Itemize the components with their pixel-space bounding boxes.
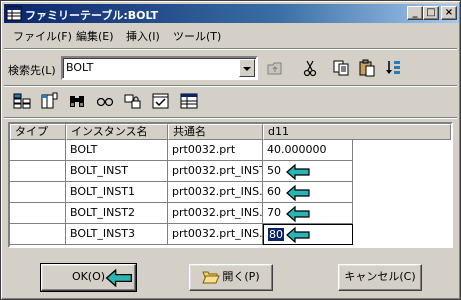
window-title: ファミリーテーブル:BOLT <box>25 9 159 22</box>
add-column-button[interactable] <box>11 90 33 112</box>
search-combo[interactable]: BOLT <box>61 56 258 80</box>
insert-column-icon <box>41 92 58 109</box>
cell-instance-name[interactable]: BOLT_INST2 <box>66 203 168 224</box>
left-arrow-icon <box>286 227 310 243</box>
checkbox-table-button[interactable] <box>150 90 172 112</box>
table-app-icon <box>6 6 22 21</box>
minimize-icon: _ <box>412 7 418 18</box>
cell-instance-name[interactable]: BOLT <box>66 140 168 161</box>
scissors-icon <box>303 60 317 77</box>
cell-common-name[interactable]: prt0032.prt <box>168 140 263 161</box>
cell-type[interactable] <box>10 182 66 203</box>
find-binoculars-icon <box>70 96 84 107</box>
family-table-window: ファミリーテーブル:BOLT _ □ × ファイル(F) 編集(E) 挿入(I)… <box>0 0 461 300</box>
left-arrow-icon <box>286 164 310 180</box>
paste-button[interactable] <box>356 57 378 79</box>
cancel-label: キャンセル(C) <box>344 270 416 283</box>
menu-insert[interactable]: 挿入(I) <box>126 28 160 44</box>
open-folder-icon <box>202 271 220 284</box>
family-table-grid[interactable]: タイプ インスタンス名 共通名 d11 BOLT prt0032.prt 40.… <box>8 122 453 248</box>
grid-body: タイプ インスタンス名 共通名 d11 BOLT prt0032.prt 40.… <box>10 124 451 246</box>
open-button[interactable]: 開く(P) <box>189 264 273 291</box>
left-arrow-icon <box>105 269 133 287</box>
menu-bar: ファイル(F) 編集(E) 挿入(I) ツール(T) <box>4 25 459 45</box>
find-button[interactable] <box>66 90 88 112</box>
cell-common-name[interactable]: prt0032.prt_INST <box>168 161 263 182</box>
maximize-icon: □ <box>426 7 436 18</box>
header-common-name[interactable]: 共通名 <box>168 124 263 140</box>
cell-instance-name[interactable]: BOLT_INST <box>66 161 168 182</box>
toolbar-divider <box>4 85 457 87</box>
search-label: 検索先(L) <box>8 64 56 77</box>
close-button[interactable]: × <box>441 6 457 20</box>
left-arrow-icon <box>286 185 310 201</box>
sort-icon <box>386 61 400 74</box>
cell-type[interactable] <box>10 140 66 161</box>
cell-type[interactable] <box>10 161 66 182</box>
copy-icon <box>333 60 349 76</box>
header-instance-name[interactable]: インスタンス名 <box>66 124 168 140</box>
maximize-button[interactable]: □ <box>423 6 439 20</box>
open-label: 開く(P) <box>222 270 260 283</box>
close-icon: × <box>444 7 454 18</box>
cell-type[interactable] <box>10 203 66 224</box>
search-value: BOLT <box>66 61 94 74</box>
cell-instance-name[interactable]: BOLT_INST3 <box>66 224 168 245</box>
folder-up-icon <box>267 62 282 75</box>
cut-button[interactable] <box>299 57 321 79</box>
lock-instance-icon <box>124 94 141 109</box>
verify-glasses-icon <box>96 97 114 107</box>
left-arrow-icon <box>286 206 310 222</box>
table-view-button[interactable] <box>178 90 200 112</box>
header-type[interactable]: タイプ <box>10 124 66 140</box>
menu-tools[interactable]: ツール(T) <box>173 28 221 44</box>
menu-edit[interactable]: 編集(E) <box>76 28 114 44</box>
copy-button[interactable] <box>330 57 352 79</box>
table-icon <box>180 93 198 109</box>
selected-text[interactable]: 80 <box>268 228 284 241</box>
cell-common-name[interactable]: prt0032.prt_INS... <box>168 224 263 245</box>
paste-icon <box>359 59 375 77</box>
menu-file[interactable]: ファイル(F) <box>13 28 72 44</box>
menu-divider <box>4 48 457 50</box>
cell-common-name[interactable]: prt0032.prt_INS... <box>168 182 263 203</box>
lock-instance-button[interactable] <box>122 90 144 112</box>
ok-label: OK(O) <box>71 270 106 283</box>
header-d11[interactable]: d11 <box>263 124 451 140</box>
checkbox-table-icon <box>152 93 169 109</box>
cancel-button[interactable]: キャンセル(C) <box>338 264 422 291</box>
minimize-button[interactable]: _ <box>407 6 423 20</box>
folder-up-button[interactable] <box>264 57 286 79</box>
sort-button[interactable] <box>382 57 404 79</box>
cell-instance-name[interactable]: BOLT_INST1 <box>66 182 168 203</box>
cell-d11[interactable]: 40.000000 <box>263 140 353 161</box>
verify-button[interactable] <box>94 90 116 112</box>
insert-column-button[interactable] <box>38 90 60 112</box>
cell-common-name[interactable]: prt0032.prt_INS... <box>168 203 263 224</box>
add-column-icon <box>13 93 31 109</box>
grid-divider <box>4 117 457 119</box>
chevron-down-icon[interactable] <box>239 59 255 77</box>
cell-type[interactable] <box>10 224 66 245</box>
title-bar[interactable]: ファミリーテーブル:BOLT _ □ × <box>4 4 459 23</box>
